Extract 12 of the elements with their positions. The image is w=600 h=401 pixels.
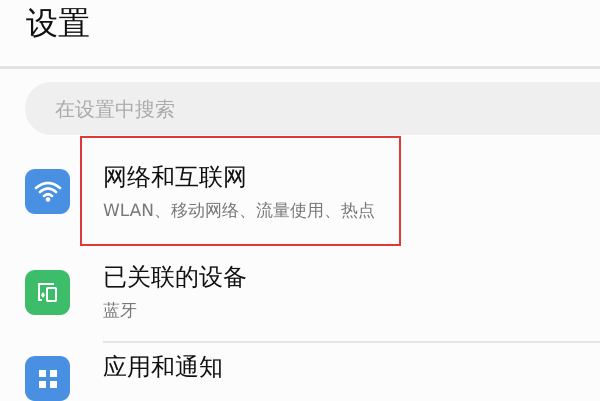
item-subtitle: WLAN、移动网络、流量使用、热点 [103, 200, 376, 222]
wifi-icon [34, 180, 62, 202]
settings-item[interactable]: 已关联的设备 蓝牙 [0, 241, 600, 343]
item-title: 网络和互联网 [103, 162, 248, 192]
page-title: 设置 [26, 3, 90, 44]
item-title: 应用和通知 [103, 352, 224, 383]
settings-item[interactable]: 网络和互联网 WLAN、移动网络、流量使用、热点 [0, 141, 600, 241]
item-title: 已关联的设备 [103, 262, 248, 292]
search-field[interactable]: 在设置中搜索 [25, 82, 600, 135]
item-subtitle: 蓝牙 [103, 300, 138, 322]
settings-item[interactable]: 应用和通知 [0, 343, 600, 401]
devices-icon [36, 280, 60, 304]
